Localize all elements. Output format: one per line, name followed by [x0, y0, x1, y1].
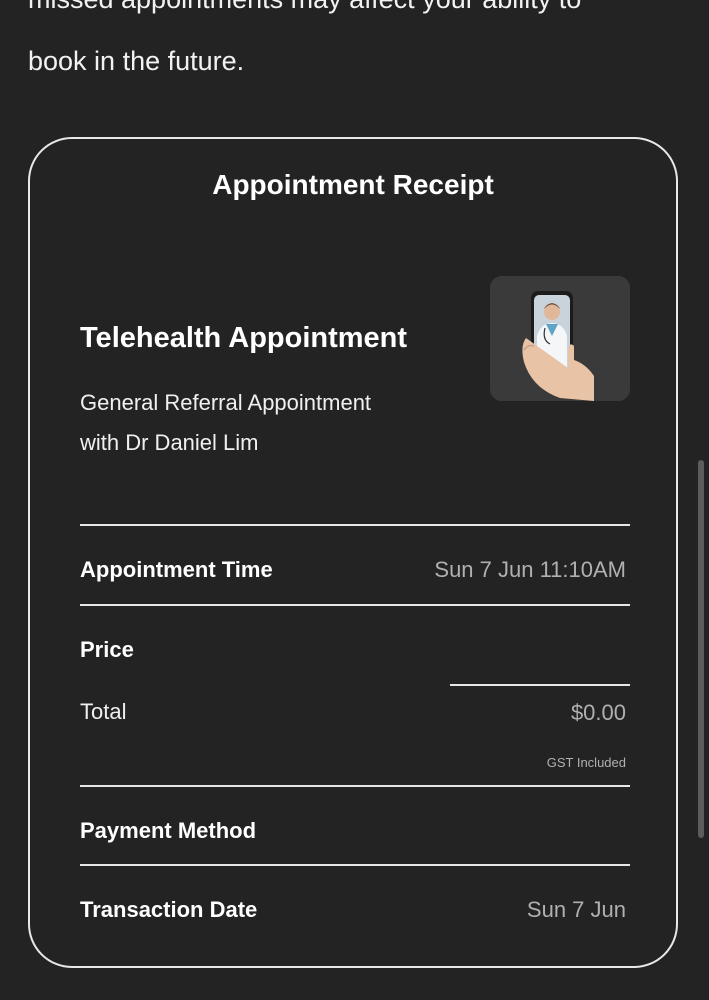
- divider-after-appointment-time: [80, 604, 630, 606]
- policy-text-line-1: missed appointments may affect your abil…: [28, 0, 678, 30]
- receipt-page: missed appointments may affect your abil…: [0, 0, 709, 1000]
- divider-after-payment-method: [80, 864, 630, 866]
- price-subtotal-divider: [450, 684, 630, 686]
- appointment-description-line-1: General Referral Appointment: [80, 390, 372, 415]
- vertical-scrollbar[interactable]: [698, 460, 704, 838]
- appointment-time-label: Appointment Time: [80, 557, 273, 582]
- divider-after-description: [80, 524, 630, 526]
- appointment-policy-text: missed appointments may affect your abil…: [28, 0, 678, 92]
- payment-method-label: Payment Method: [80, 818, 257, 843]
- appointment-description-line-2: with Dr Daniel Lim: [80, 430, 259, 455]
- appointment-receipt-card: Appointment Receipt Telehealth Appointme…: [28, 137, 678, 968]
- total-value: $0.00: [570, 700, 626, 725]
- transaction-date-label: Transaction Date: [80, 897, 258, 922]
- appointment-type: Telehealth Appointment: [80, 322, 408, 354]
- appointment-description: General Referral Appointment with Dr Dan…: [80, 383, 440, 463]
- transaction-date-value: Sun 7 Jun: [526, 897, 626, 922]
- price-label: Price: [80, 637, 134, 662]
- appointment-time-value: Sun 7 Jun 11:10AM: [434, 557, 626, 582]
- policy-text-line-2: book in the future.: [28, 46, 245, 76]
- telehealth-phone-doctor-icon: [490, 276, 630, 401]
- total-label: Total: [80, 699, 127, 724]
- receipt-title: Appointment Receipt: [212, 169, 494, 200]
- gst-included-note: GST Included: [546, 755, 626, 770]
- telehealth-thumbnail: [490, 276, 630, 401]
- divider-after-total: [80, 785, 630, 787]
